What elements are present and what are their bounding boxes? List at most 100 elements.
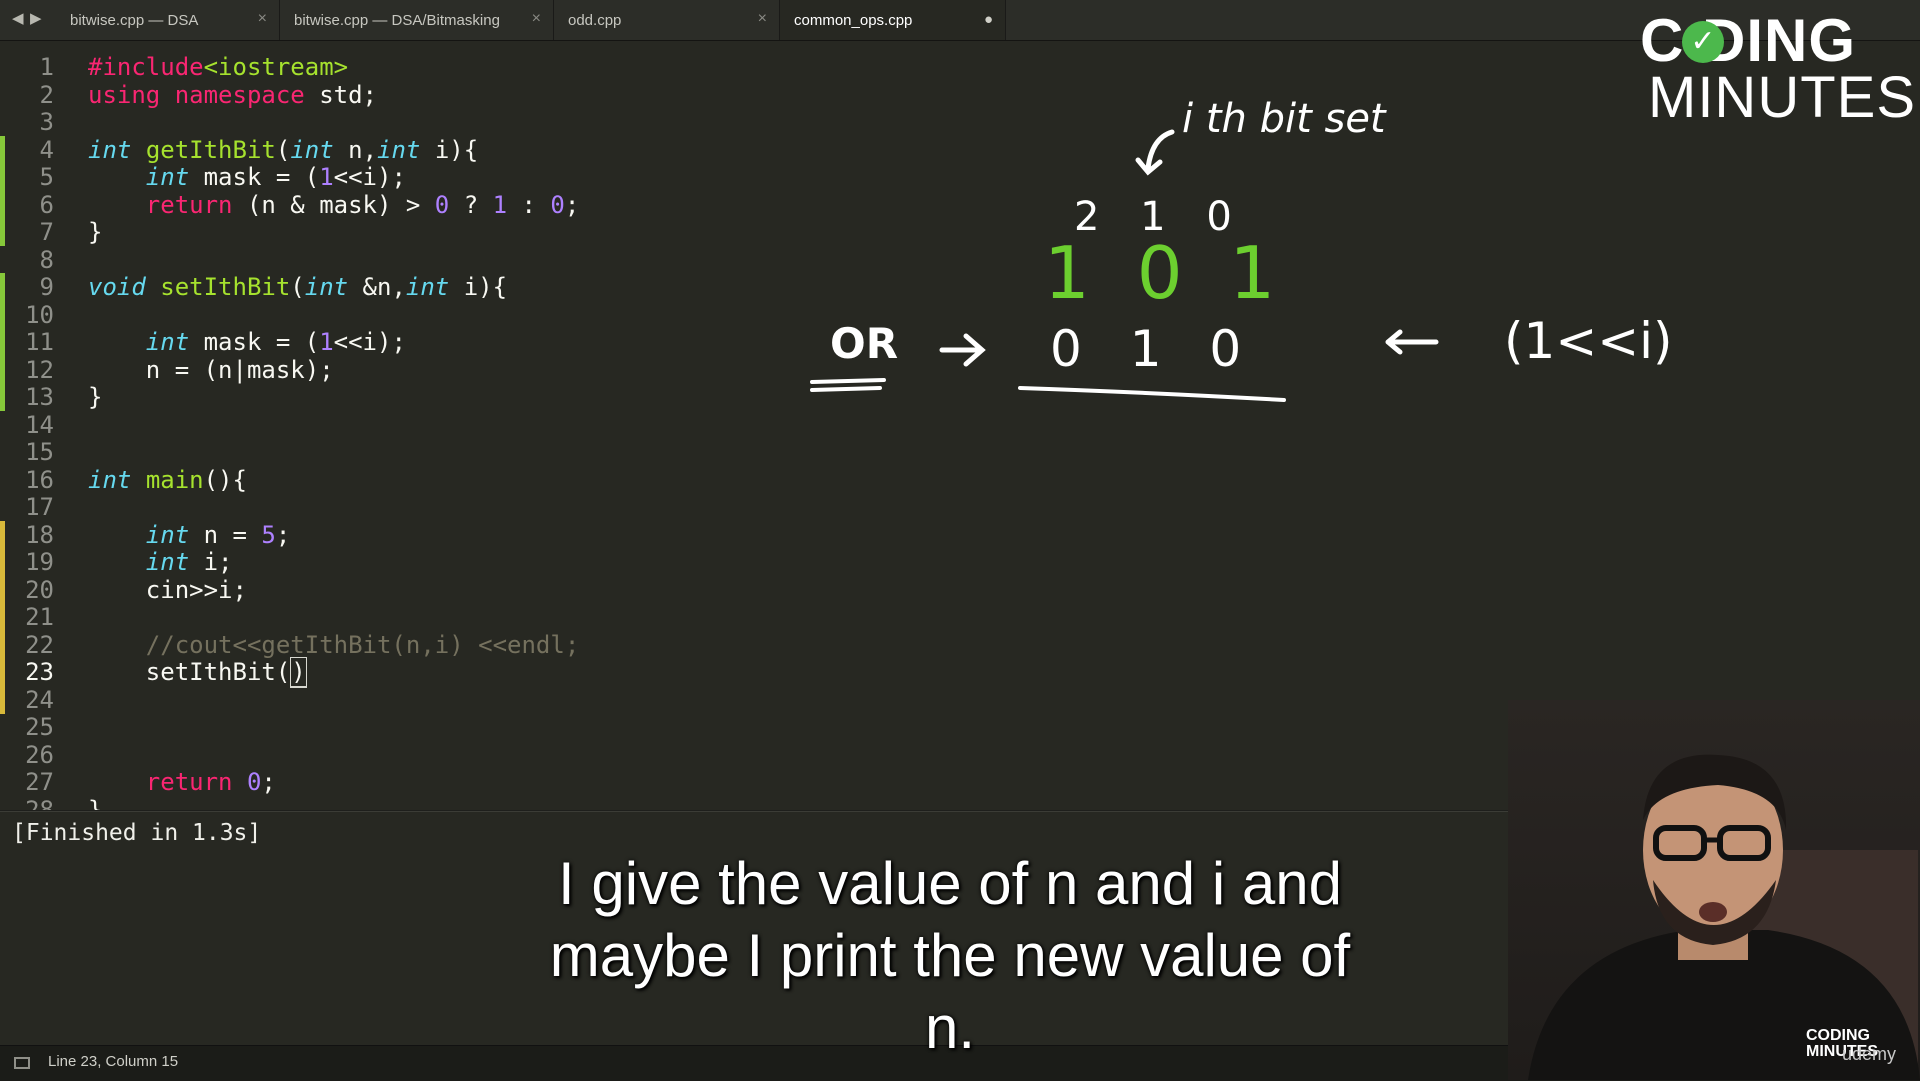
code-line[interactable]: 19 int i; xyxy=(0,548,1920,576)
tab-odd[interactable]: odd.cpp × xyxy=(554,0,780,40)
subtitle-line: n. xyxy=(924,994,976,1061)
code-line[interactable]: 11 int mask = (1<<i); xyxy=(0,328,1920,356)
presenter-image xyxy=(1528,754,1920,1080)
line-number: 6 xyxy=(39,190,54,219)
line-number: 23 xyxy=(25,658,54,686)
panel-toggle-icon[interactable] xyxy=(14,1057,30,1069)
code-line[interactable]: 21 xyxy=(0,603,1920,631)
video-subtitle: I give the value of n and i and maybe I … xyxy=(440,848,1460,1064)
line-number: 7 xyxy=(39,218,54,246)
code-line[interactable]: 15 xyxy=(0,438,1920,466)
line-number: 20 xyxy=(25,575,54,604)
code-text[interactable]: int getIthBit(int n,int i){ xyxy=(88,136,478,164)
line-number: 28 xyxy=(25,795,54,811)
coding-minutes-logo: C DING ✓ MINUTES xyxy=(1640,7,1915,128)
code-line[interactable]: 3 xyxy=(0,108,1920,136)
code-text[interactable]: void setIthBit(int &n,int i){ xyxy=(88,273,507,301)
close-icon[interactable]: × xyxy=(532,10,541,28)
line-number: 25 xyxy=(25,713,54,741)
line-number: 10 xyxy=(25,300,54,329)
code-text[interactable]: int n = 5; xyxy=(88,521,291,549)
line-number: 21 xyxy=(25,603,54,631)
line-number: 17 xyxy=(25,493,54,521)
code-text[interactable]: } xyxy=(88,383,102,411)
code-editor[interactable]: 1 #include<iostream> 2 using namespace std;… xyxy=(0,41,1920,810)
line-number: 14 xyxy=(25,410,54,439)
check-circle-icon: ✓ xyxy=(1682,21,1724,63)
code-text[interactable]: //cout<<getIthBit(n,i) <<endl; xyxy=(88,631,579,659)
code-text[interactable]: int mask = (1<<i); xyxy=(88,163,406,191)
line-number: 8 xyxy=(39,245,54,274)
code-line[interactable]: 14 xyxy=(0,411,1920,439)
tab-bitwise-bitmasking[interactable]: bitwise.cpp — DSA/Bitmasking × xyxy=(280,0,554,40)
line-number: 18 xyxy=(25,520,54,549)
code-text[interactable]: n = (n|mask); xyxy=(88,356,334,384)
code-line[interactable]: 7} xyxy=(0,218,1920,246)
tab-label: bitwise.cpp — DSA/Bitmasking xyxy=(294,11,500,29)
tab-label: bitwise.cpp — DSA xyxy=(70,11,199,29)
line-number: 9 xyxy=(39,273,54,301)
code-line[interactable]: 1 #include<iostream> xyxy=(0,53,1920,81)
watermark-coding: CODING xyxy=(1806,1027,1870,1044)
tab-label: common_ops.cpp xyxy=(794,11,913,29)
code-text[interactable]: int mask = (1<<i); xyxy=(88,328,406,356)
line-number: 5 xyxy=(39,163,54,191)
code-line[interactable]: 10 xyxy=(0,300,1920,329)
line-number: 13 xyxy=(25,383,54,411)
line-number: 19 xyxy=(25,548,54,576)
line-number: 27 xyxy=(25,768,54,796)
subtitle-line: I give the value of n and i and xyxy=(558,850,1342,917)
webcam-video xyxy=(1508,700,1920,1080)
line-number: 3 xyxy=(39,108,54,136)
line-number: 4 xyxy=(39,135,54,164)
close-icon[interactable]: × xyxy=(258,10,267,28)
code-text[interactable]: } xyxy=(88,218,102,246)
code-text[interactable]: #include<iostream> xyxy=(88,53,348,81)
close-icon[interactable]: × xyxy=(758,10,767,28)
udemy-watermark: udemy xyxy=(1842,1044,1897,1064)
code-line[interactable]: 23 setIthBit() xyxy=(0,657,1920,688)
code-line[interactable]: 17 xyxy=(0,493,1920,521)
tab-bar: ◀ ▶ bitwise.cpp — DSA × bitwise.cpp — DS… xyxy=(0,0,1920,41)
line-number: 15 xyxy=(25,438,54,466)
subtitle-line: maybe I print the new value of xyxy=(549,922,1351,989)
code-line[interactable]: 2 using namespace std; xyxy=(0,81,1920,109)
modified-dot-icon[interactable]: ● xyxy=(984,11,993,28)
build-output: [Finished in 1.3s] xyxy=(12,820,262,846)
line-number: 1 xyxy=(39,53,54,81)
line-number: 16 xyxy=(25,465,54,494)
logo-coding-text: C DING xyxy=(1640,7,1856,74)
cursor-position: Line 23, Column 15 xyxy=(48,1053,179,1070)
line-number: 26 xyxy=(25,740,54,769)
code-line[interactable]: 12 n = (n|mask); xyxy=(0,355,1920,384)
code-text[interactable]: } xyxy=(88,796,102,811)
code-line[interactable]: 13} xyxy=(0,383,1920,411)
code-text[interactable]: using namespace std; xyxy=(88,81,377,109)
code-text[interactable]: int main(){ xyxy=(88,466,247,494)
code-line[interactable]: 9 void setIthBit(int &n,int i){ xyxy=(0,273,1920,301)
tab-bitwise-dsa[interactable]: bitwise.cpp — DSA × xyxy=(56,0,280,40)
code-text[interactable]: int i; xyxy=(88,548,233,576)
code-line[interactable]: 4 int getIthBit(int n,int i){ xyxy=(0,135,1920,164)
nav-back-icon[interactable]: ◀ xyxy=(12,9,24,27)
code-line[interactable]: 6 return (n & mask) > 0 ? 1 : 0; xyxy=(0,190,1920,219)
code-line[interactable]: 16 int main(){ xyxy=(0,466,1920,494)
logo-minutes-text: MINUTES xyxy=(1648,65,1916,130)
tab-common-ops[interactable]: common_ops.cpp ● xyxy=(780,0,1006,40)
line-number: 12 xyxy=(25,355,54,384)
code-line[interactable]: 20 cin>>i; xyxy=(0,575,1920,604)
line-number: 22 xyxy=(25,630,54,659)
code-line[interactable]: 5 int mask = (1<<i); xyxy=(0,163,1920,191)
code-text[interactable]: setIthBit() xyxy=(88,657,307,688)
line-number: 24 xyxy=(25,685,54,714)
line-number: 11 xyxy=(25,328,54,356)
code-text[interactable]: return 0; xyxy=(88,768,276,796)
nav-forward-icon[interactable]: ▶ xyxy=(30,9,42,27)
code-line[interactable]: 18 int n = 5; xyxy=(0,520,1920,549)
code-line[interactable]: 8 xyxy=(0,246,1920,274)
code-text[interactable]: cin>>i; xyxy=(88,576,247,604)
code-line[interactable]: 22 //cout<<getIthBit(n,i) <<endl; xyxy=(0,630,1920,659)
line-number: 2 xyxy=(39,80,54,109)
code-text[interactable]: return (n & mask) > 0 ? 1 : 0; xyxy=(88,191,580,219)
tab-label: odd.cpp xyxy=(568,11,622,29)
